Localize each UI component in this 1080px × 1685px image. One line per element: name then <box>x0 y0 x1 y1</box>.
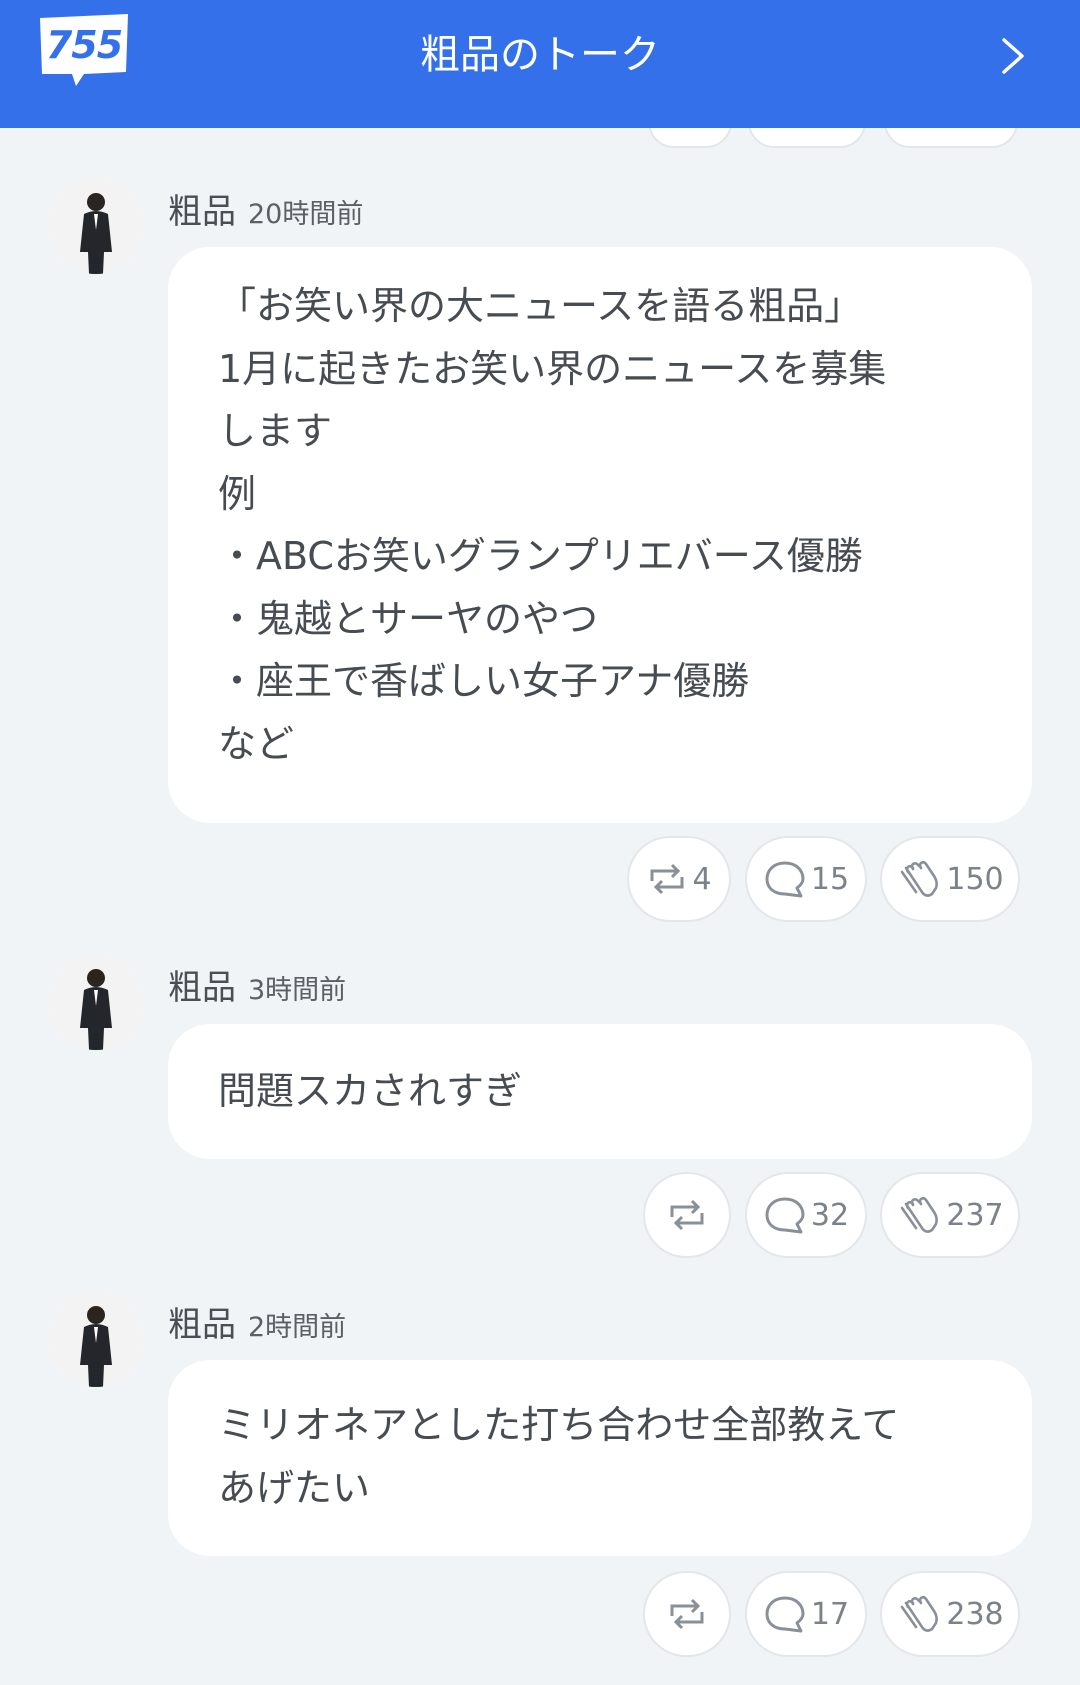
post-header: 粗品 20時間前 <box>168 184 363 233</box>
repost-button[interactable]: 4 <box>627 836 731 922</box>
clap-count: 237 <box>946 1197 1004 1233</box>
message-text: 問題スカされすぎ <box>218 1069 523 1113</box>
post-time: 20時間前 <box>248 199 364 230</box>
person-avatar-icon <box>48 954 144 1050</box>
comment-button[interactable]: 17 <box>745 1571 867 1657</box>
author-name[interactable]: 粗品 <box>168 968 236 1008</box>
clap-count: 150 <box>946 861 1004 897</box>
message-text: 「お笑い界の大ニュースを語る粗品」 1月に起きたお笑い界のニュースを募集 します… <box>218 284 887 766</box>
app-header: 755 粗品のトーク <box>0 0 1080 128</box>
comment-count: 17 <box>810 1596 850 1632</box>
message-bubble: ミリオネアとした打ち合わせ全部教えて あげたい <box>168 1360 1032 1556</box>
avatar[interactable] <box>48 1291 144 1387</box>
clap-button[interactable]: 150 <box>880 836 1020 922</box>
avatar[interactable] <box>48 178 144 274</box>
clap-icon <box>901 860 939 897</box>
avatar[interactable] <box>48 954 144 1050</box>
page-title: 粗品のトーク <box>420 32 660 78</box>
comment-button[interactable]: 15 <box>745 836 867 922</box>
person-avatar-icon <box>48 178 144 274</box>
repost-button[interactable] <box>643 1571 731 1657</box>
post-time: 3時間前 <box>248 975 347 1006</box>
repost-count: 4 <box>692 861 712 897</box>
comment-button[interactable]: 32 <box>745 1172 867 1258</box>
comment-icon <box>765 861 805 898</box>
chevron-right-icon[interactable] <box>992 34 1032 78</box>
person-avatar-icon <box>48 1291 144 1387</box>
post-header: 粗品 3時間前 <box>168 960 346 1009</box>
comment-count: 32 <box>810 1197 850 1233</box>
clap-button[interactable]: 237 <box>880 1172 1020 1258</box>
post-header: 粗品 2時間前 <box>168 1297 346 1346</box>
message-bubble: 「お笑い界の大ニュースを語る粗品」 1月に起きたお笑い界のニュースを募集 します… <box>168 247 1032 823</box>
clap-count: 238 <box>946 1596 1004 1632</box>
repost-button[interactable] <box>643 1172 731 1258</box>
message-bubble: 問題スカされすぎ <box>168 1024 1032 1159</box>
post-time: 2時間前 <box>248 1312 347 1343</box>
clap-icon <box>901 1196 939 1233</box>
author-name[interactable]: 粗品 <box>168 1305 236 1345</box>
clap-button[interactable]: 238 <box>880 1571 1020 1657</box>
message-text: ミリオネアとした打ち合わせ全部教えて あげたい <box>218 1403 900 1510</box>
comment-icon <box>765 1596 805 1633</box>
comment-count: 15 <box>810 861 850 897</box>
repost-icon <box>650 863 684 895</box>
repost-icon <box>670 1598 704 1630</box>
repost-icon <box>670 1199 704 1231</box>
clap-icon <box>901 1595 939 1632</box>
author-name[interactable]: 粗品 <box>168 192 236 232</box>
comment-icon <box>765 1197 805 1234</box>
